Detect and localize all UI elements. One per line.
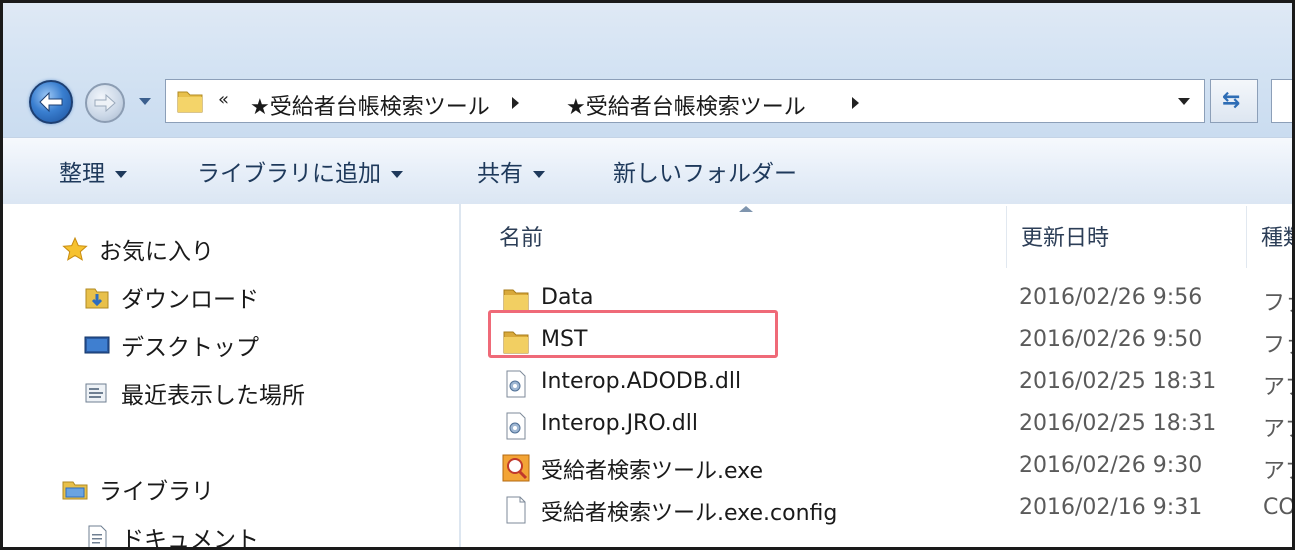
dll-file-icon [501, 369, 531, 399]
sidebar-item-label: ライブラリ [99, 479, 214, 505]
file-type: アプ [1263, 417, 1292, 442]
file-type: アプ [1263, 375, 1292, 400]
dll-file-icon [501, 411, 531, 441]
refresh-button[interactable]: ⇆ [1210, 79, 1258, 123]
exe-app-icon [501, 453, 531, 483]
star-icon [61, 236, 89, 262]
file-modified-date: 2016/02/16 9:31 [1019, 495, 1203, 520]
sidebar-item-downloads[interactable]: ダウンロード [83, 280, 259, 314]
file-name: Interop.JRO.dll [541, 411, 698, 436]
file-row[interactable]: 受給者検索ツール.exe.config 2016/02/16 9:31 CON [461, 488, 1292, 530]
file-modified-date: 2016/02/26 9:50 [1019, 327, 1203, 352]
address-segment-current[interactable]: ★受給者台帳検索ツール [566, 89, 806, 121]
share-label: 共有 [477, 161, 523, 187]
folder-icon [176, 88, 204, 118]
arrow-left-icon [39, 91, 63, 113]
highlight-box [488, 310, 778, 358]
document-icon [83, 524, 111, 547]
refresh-icon: ⇆ [1222, 88, 1241, 113]
share-menu[interactable]: 共有 [477, 154, 545, 188]
sidebar-item-favorites[interactable]: お気に入り [61, 232, 214, 266]
downloads-folder-icon [83, 284, 111, 310]
organize-menu[interactable]: 整理 [59, 154, 127, 188]
sidebar-item-label: デスクトップ [121, 335, 259, 361]
column-header-type[interactable]: 種類 [1261, 220, 1292, 252]
search-input[interactable] [1271, 79, 1292, 123]
sidebar-item-label: お気に入り [99, 239, 214, 265]
sidebar-item-label: 最近表示した場所 [121, 383, 305, 409]
add-to-library-menu[interactable]: ライブラリに追加 [197, 154, 403, 188]
file-name: 受給者検索ツール.exe.config [541, 501, 838, 526]
sidebar-item-documents[interactable]: ドキュメント [83, 520, 259, 550]
file-modified-date: 2016/02/25 18:31 [1019, 411, 1217, 436]
recent-places-icon [83, 380, 111, 406]
sidebar-item-label: ドキュメント [121, 527, 259, 550]
address-separator-arrow[interactable] [852, 97, 859, 109]
config-file-icon [501, 495, 531, 525]
chevron-down-icon [533, 171, 545, 178]
column-header-modified[interactable]: 更新日時 [1021, 220, 1109, 252]
file-name: Data [541, 285, 594, 310]
back-button[interactable] [29, 80, 73, 124]
desktop-icon [83, 332, 111, 358]
forward-button[interactable] [85, 83, 125, 123]
title-bar: « ★受給者台帳検索ツール ★受給者台帳検索ツール ⇆ [3, 3, 1292, 137]
recent-pages-dropdown[interactable] [139, 98, 151, 105]
chevron-down-icon [115, 171, 127, 178]
file-row[interactable]: 受給者検索ツール.exe 2016/02/26 9:30 アプ [461, 446, 1292, 488]
address-bar[interactable]: « ★受給者台帳検索ツール ★受給者台帳検索ツール [165, 79, 1205, 123]
libraries-icon [61, 476, 89, 502]
sidebar-item-desktop[interactable]: デスクトップ [83, 328, 259, 362]
explorer-window: « ★受給者台帳検索ツール ★受給者台帳検索ツール ⇆ 整理 ライブラリに追加 … [0, 0, 1295, 550]
sidebar-item-libraries[interactable]: ライブラリ [61, 472, 214, 506]
address-history-dropdown[interactable] [1178, 98, 1190, 105]
sidebar-item-label: ダウンロード [121, 287, 259, 313]
chevron-down-icon [391, 171, 403, 178]
file-row[interactable]: Interop.JRO.dll 2016/02/25 18:31 アプ [461, 404, 1292, 446]
arrow-right-icon [94, 93, 116, 113]
address-segment-parent[interactable]: ★受給者台帳検索ツール [250, 89, 490, 121]
file-name: Interop.ADODB.dll [541, 369, 742, 394]
new-folder-button[interactable]: 新しいフォルダー [613, 154, 797, 188]
command-bar: 整理 ライブラリに追加 共有 新しいフォルダー [3, 137, 1292, 205]
file-row[interactable]: Interop.ADODB.dll 2016/02/25 18:31 アプ [461, 362, 1292, 404]
column-divider[interactable] [1246, 206, 1247, 268]
column-header-name[interactable]: 名前 [499, 220, 543, 252]
file-type: ファ [1263, 291, 1292, 316]
file-type: アプ [1263, 459, 1292, 484]
column-divider[interactable] [1006, 206, 1007, 268]
organize-label: 整理 [59, 161, 105, 187]
sort-ascending-icon [739, 206, 753, 212]
file-list: 名前 更新日時 種類 Data2016/02/26 9:56ファMST2016/… [461, 204, 1292, 547]
sidebar-item-recent[interactable]: 最近表示した場所 [83, 376, 305, 410]
add-to-library-label: ライブラリに追加 [197, 161, 381, 187]
file-modified-date: 2016/02/26 9:56 [1019, 285, 1203, 310]
address-overflow-chevron[interactable]: « [218, 89, 229, 110]
file-type: CON [1263, 495, 1295, 520]
file-modified-date: 2016/02/25 18:31 [1019, 369, 1217, 394]
file-name: 受給者検索ツール.exe [541, 459, 764, 484]
file-type: ファ [1263, 333, 1292, 358]
navigation-pane: お気に入り ダウンロード デスクトップ 最近表示した場所 ライブラリ ドキュメン… [3, 204, 459, 547]
address-separator-arrow[interactable] [512, 97, 519, 109]
file-modified-date: 2016/02/26 9:30 [1019, 453, 1203, 478]
